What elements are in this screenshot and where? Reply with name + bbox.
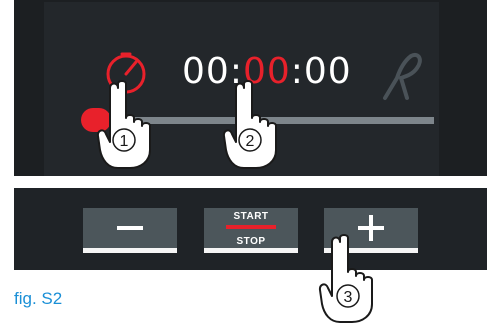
timer-separator: : — [290, 51, 304, 92]
start-label: START — [233, 211, 269, 222]
minus-icon — [117, 226, 143, 230]
start-stop-button[interactable]: START STOP — [204, 208, 298, 253]
step-number-1: 1 — [120, 133, 129, 150]
pointing-hand-icon: 3 — [318, 234, 373, 323]
step-number-2: 2 — [246, 133, 255, 150]
figure-s2: 00:00:00 1 2 START STOP 3 fig. S2 — [0, 0, 487, 323]
probe-icon — [383, 53, 422, 100]
stop-label: STOP — [236, 236, 266, 247]
timer-seconds: 00 — [303, 51, 352, 92]
figure-caption: fig. S2 — [14, 289, 63, 308]
control-strip: START STOP — [14, 188, 487, 270]
pointing-hand-icon: 1 — [96, 80, 151, 169]
start-stop-divider — [226, 225, 276, 229]
step-number-3: 3 — [344, 289, 353, 306]
minus-button[interactable] — [83, 208, 177, 253]
pointing-hand-icon: 2 — [222, 80, 277, 169]
